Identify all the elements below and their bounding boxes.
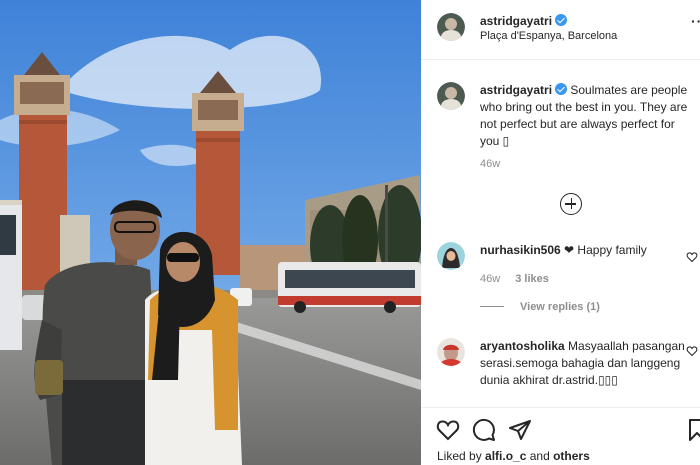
plus-circle-icon[interactable]: [560, 193, 582, 215]
post-location[interactable]: Plaça d'Espanya, Barcelona: [480, 30, 617, 42]
post-sidebar: astridgayatri Plaça d'Espanya, Barcelona…: [421, 0, 700, 465]
post-photo-scene: [0, 0, 421, 465]
heart-icon[interactable]: [686, 345, 698, 357]
view-replies-button[interactable]: View replies (1): [480, 301, 600, 313]
comment-timestamp[interactable]: 46w: [480, 273, 500, 285]
author-avatar[interactable]: [437, 13, 465, 41]
heart-icon[interactable]: [686, 251, 698, 263]
bus: [278, 262, 421, 313]
liked-by-others[interactable]: others: [553, 449, 590, 463]
more-options-icon[interactable]: ···: [691, 13, 700, 29]
heart-icon[interactable]: [436, 418, 460, 442]
comment-text: ❤ Happy family: [564, 243, 647, 257]
comment-likes[interactable]: 3 likes: [515, 273, 549, 285]
caption-timestamp[interactable]: 46w: [480, 158, 500, 170]
post-photo[interactable]: [0, 0, 421, 465]
liked-by-text: Liked by alfi.o_c and others: [437, 449, 590, 463]
liked-by-user[interactable]: alfi.o_c: [485, 449, 526, 463]
verified-badge-icon: [555, 83, 568, 95]
view-replies-label: View replies (1): [520, 301, 600, 313]
replies-divider: [480, 306, 504, 307]
comment-username[interactable]: aryantosholika: [480, 339, 565, 353]
caption-author-avatar[interactable]: [437, 82, 465, 110]
commenter-avatar[interactable]: [437, 242, 465, 270]
post-header: astridgayatri Plaça d'Espanya, Barcelona…: [421, 0, 700, 60]
comment-icon[interactable]: [472, 418, 496, 442]
comment-username[interactable]: nurhasikin506: [480, 243, 561, 257]
paper-plane-icon[interactable]: [508, 418, 532, 442]
liked-by-prefix: Liked by: [437, 449, 486, 463]
commenter-avatar[interactable]: [437, 338, 465, 366]
author-username[interactable]: astridgayatri: [480, 14, 552, 28]
bookmark-icon[interactable]: [685, 418, 700, 442]
post-actions: Liked by alfi.o_c and others: [421, 407, 700, 465]
liked-by-mid: and: [526, 449, 554, 463]
verified-badge-icon: [555, 14, 568, 26]
caption-username[interactable]: astridgayatri: [480, 83, 552, 97]
